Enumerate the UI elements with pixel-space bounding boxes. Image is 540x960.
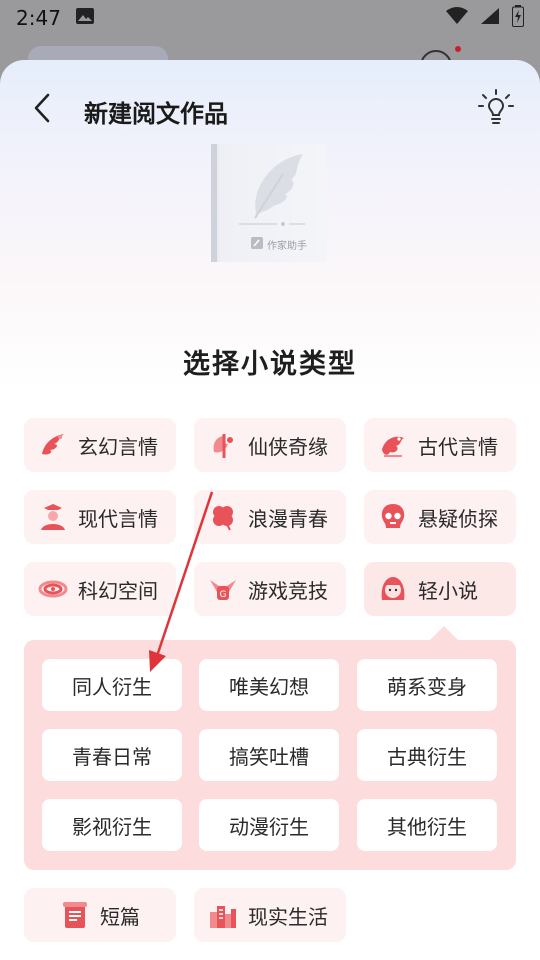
subgenre-classic-derivative[interactable]: 古典衍生 [357,729,497,781]
genre-label: 仙侠奇缘 [248,434,328,459]
svg-text:G: G [220,590,227,600]
subgenre-label: 唯美幻想 [229,674,309,699]
subgenre-label: 影视衍生 [72,814,152,839]
genre-xianxia[interactable]: 仙侠奇缘 [194,418,346,472]
clover-icon [208,502,238,532]
subgenre-label: 其他衍生 [387,814,467,839]
genre-xuanhuan-romance[interactable]: 玄幻言情 [24,418,176,472]
scroll-icon [60,900,90,930]
immortal-icon [208,430,238,460]
galaxy-icon [38,574,68,604]
genre-romantic-youth[interactable]: 浪漫青春 [194,490,346,544]
subgenre-youth-daily[interactable]: 青春日常 [42,729,182,781]
background-notification-dot [455,46,461,52]
skull-icon [378,502,408,532]
genre-label: 短篇 [100,904,140,929]
wifi-icon [446,7,468,29]
city-icon [208,900,238,930]
sheet-header: 新建阅文作品 [0,82,540,138]
genre-label: 科幻空间 [78,578,158,603]
genre-label: 古代言情 [418,434,498,459]
genre-ancient-romance[interactable]: 古代言情 [364,418,516,472]
subgenre-label: 搞笑吐槽 [229,744,309,769]
genre-label: 玄幻言情 [78,434,158,459]
genre-label: 游戏竞技 [248,578,328,603]
genre-realistic-life[interactable]: 现实生活 [194,888,346,942]
genre-label: 悬疑侦探 [418,506,498,531]
genre-label: 现实生活 [248,904,328,929]
image-icon [75,7,95,29]
page-title: 新建阅文作品 [84,100,228,128]
signal-icon [480,7,500,29]
genre-label: 轻小说 [418,578,478,603]
subgenre-panel-caret [430,626,458,640]
subgenre-film-derivative[interactable]: 影视衍生 [42,799,182,851]
phoenix-icon [38,430,68,460]
section-title: 选择小说类型 [183,349,357,380]
subgenre-label: 青春日常 [72,744,152,769]
genre-short-story[interactable]: 短篇 [24,888,176,942]
genre-label: 现代言情 [78,506,158,531]
subgenre-aesthetic-fantasy[interactable]: 唯美幻想 [199,659,339,711]
book-cover-label: 作家助手 [267,241,307,252]
back-button[interactable] [24,90,60,130]
subgenre-cute-transformation[interactable]: 萌系变身 [357,659,497,711]
anime-girl-icon [378,574,408,604]
status-bar: 2:47 [0,0,540,36]
battery-charging-icon [512,5,524,31]
subgenre-other-derivative[interactable]: 其他衍生 [357,799,497,851]
subgenre-fan-derivative[interactable]: 同人衍生 [42,659,182,711]
lightbulb-icon [478,89,514,131]
subgenre-label: 动漫衍生 [229,814,309,839]
woman-icon [38,502,68,532]
subgenre-label: 同人衍生 [72,674,152,699]
genre-label: 浪漫青春 [248,506,328,531]
genre-gaming-esports[interactable]: G 游戏竞技 [194,562,346,616]
subgenre-label: 萌系变身 [387,674,467,699]
subgenre-comedy-roast[interactable]: 搞笑吐槽 [199,729,339,781]
status-time: 2:47 [16,6,61,30]
genre-scifi-space[interactable]: 科幻空间 [24,562,176,616]
chevron-left-icon [32,92,52,128]
new-work-sheet: 新建阅文作品 作家助手 选择小说类型 玄幻言情 仙侠奇缘 古代言情 现代言情 浪… [0,60,540,960]
tip-button[interactable] [476,88,516,132]
subgenre-label: 古典衍生 [387,744,467,769]
genre-modern-romance[interactable]: 现代言情 [24,490,176,544]
screen: 2:47 新建阅文作品 作家助手 选择小说类型 玄幻言情 仙侠奇缘 古代言情 现… [0,0,540,960]
genre-light-novel[interactable]: 轻小说 [364,562,516,616]
game-wings-icon: G [208,574,238,604]
book-cover-illustration: 作家助手 [211,144,327,262]
genre-mystery-detective[interactable]: 悬疑侦探 [364,490,516,544]
subgenre-anime-derivative[interactable]: 动漫衍生 [199,799,339,851]
dragon-icon [378,430,408,460]
